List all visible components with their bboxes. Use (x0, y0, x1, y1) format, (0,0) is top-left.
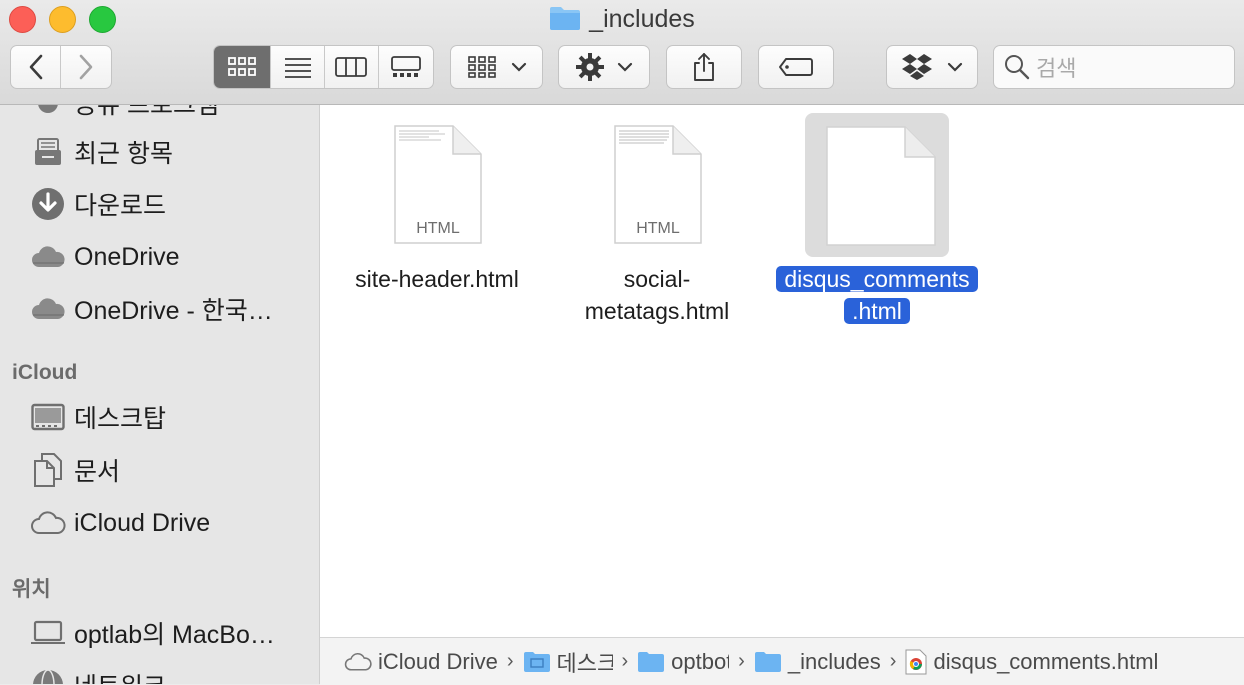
sidebar-item-label: 네트워크 (74, 667, 166, 684)
sidebar-item-label: 공유 프로그램 (74, 105, 219, 119)
folder-icon (754, 651, 781, 672)
sidebar-item-network[interactable]: 네트워크 (30, 665, 166, 684)
cloud-outline-icon (344, 652, 372, 671)
sidebar-item-macbook[interactable]: optlab의 MacBo… (30, 613, 275, 653)
path-crumb-includes[interactable]: _includes (754, 649, 881, 675)
group-by-button[interactable] (450, 45, 543, 89)
folder-icon (638, 651, 665, 672)
recents-icon (30, 134, 66, 170)
html-file-icon: HTML (585, 113, 729, 257)
gear-icon (576, 53, 604, 81)
path-crumb-icloud-drive[interactable]: iCloud Drive (344, 649, 498, 675)
cloud-outline-icon (30, 505, 66, 541)
icon-view-icon (228, 57, 257, 76)
desktop-icon (30, 399, 66, 435)
sidebar-item-label: 데스크탑 (74, 405, 167, 433)
sidebar-item-label: OneDrive - 한국… (74, 297, 273, 325)
chevron-right-icon: › (889, 650, 897, 672)
share-icon (694, 53, 714, 81)
sidebar-heading-locations: 위치 (12, 578, 51, 601)
view-mode-control (213, 45, 434, 89)
file-item-site-header[interactable]: HTML site-header.html (327, 113, 547, 295)
share-button[interactable] (666, 45, 742, 89)
cloud-icon (30, 291, 66, 327)
download-icon (30, 186, 66, 222)
list-view-button[interactable] (271, 46, 325, 88)
action-menu-button[interactable] (558, 45, 650, 89)
file-type-label: HTML (636, 220, 680, 237)
sidebar-item-label: 다운로드 (74, 192, 167, 220)
sidebar-item-onedrive-korea[interactable]: OneDrive - 한국… (30, 289, 273, 329)
path-crumb-disqus-comments[interactable]: disqus_comments.html (905, 649, 1158, 675)
chevron-down-icon (947, 62, 963, 72)
group-icon (467, 56, 496, 78)
file-item-disqus-comments[interactable]: disqus_comments .html (767, 113, 987, 327)
sidebar-item-label: optlab의 MacBo… (74, 621, 275, 649)
window-title-text: _includes (589, 5, 695, 33)
gallery-view-button[interactable] (379, 46, 433, 88)
path-crumb-desktop[interactable]: 데스크탑 (523, 646, 613, 678)
dropbox-icon (902, 54, 932, 80)
icon-view-button[interactable] (214, 46, 272, 88)
documents-icon (30, 452, 66, 488)
chevron-down-icon (511, 62, 526, 72)
back-button[interactable] (11, 46, 62, 88)
laptop-icon (30, 615, 66, 651)
search-field[interactable]: 검색 (993, 45, 1235, 89)
column-view-button[interactable] (325, 46, 379, 88)
tag-icon (779, 58, 813, 76)
sidebar-item-label: OneDrive (74, 242, 180, 271)
sidebar-item-shared[interactable]: 공유 프로그램 (30, 105, 219, 123)
sidebar-heading-icloud: iCloud (12, 361, 78, 384)
forward-button[interactable] (61, 46, 111, 88)
chrome-document-icon (905, 649, 927, 674)
folder-icon (549, 5, 581, 40)
window-title: _includes (0, 2, 1244, 40)
tags-button[interactable] (758, 45, 834, 89)
file-name-selected: disqus_comments .html (767, 263, 987, 327)
sidebar-item-downloads[interactable]: 다운로드 (30, 184, 166, 224)
sidebar-item-icloud-drive[interactable]: iCloud Drive (30, 503, 210, 543)
file-name: social-metatags.html (584, 266, 730, 324)
sidebar-item-onedrive[interactable]: OneDrive (30, 237, 180, 277)
chevron-right-icon: › (738, 650, 745, 672)
chevron-down-icon (617, 62, 633, 72)
sidebar: 공유 프로그램 최근 항목 다운로드 OneDrive OneDrive - 한… (0, 105, 320, 684)
path-crumb-optbot[interactable]: optbot (637, 649, 729, 675)
app-icon (30, 105, 66, 121)
file-type-label: HTML (416, 220, 460, 237)
sidebar-item-documents[interactable]: 문서 (30, 450, 120, 490)
network-icon (30, 667, 66, 684)
html-file-icon: HTML (365, 113, 509, 257)
gallery-view-icon (390, 56, 421, 77)
chevron-left-icon (29, 54, 42, 80)
sidebar-item-label: 문서 (74, 458, 121, 486)
cloud-icon (30, 239, 66, 275)
chevron-right-icon: › (621, 650, 629, 672)
nav-buttons (10, 45, 112, 89)
search-placeholder: 검색 (1036, 56, 1077, 81)
file-name: site-header.html (355, 266, 519, 292)
search-icon (1005, 55, 1030, 80)
path-bar: iCloud Drive › 데스크탑 › optbot › _includes… (320, 637, 1244, 685)
desktop-folder-icon (523, 651, 550, 672)
sidebar-item-label: 최근 항목 (74, 140, 173, 168)
window-toolbar: _includes 검색 (0, 0, 1244, 105)
list-view-icon (284, 58, 311, 78)
chevron-right-icon (79, 54, 93, 80)
sidebar-item-desktop[interactable]: 데스크탑 (30, 397, 166, 437)
file-item-social-metatags[interactable]: HTML social-metatags.html (547, 113, 767, 327)
column-view-icon (335, 57, 368, 77)
chevron-right-icon: › (506, 650, 514, 672)
dropbox-button[interactable] (886, 45, 978, 89)
file-browser-area[interactable]: HTML site-header.html HTML social-metata… (320, 105, 1244, 637)
sidebar-item-label: iCloud Drive (74, 508, 211, 537)
blank-file-icon (805, 113, 949, 257)
sidebar-item-recents[interactable]: 최근 항목 (30, 132, 173, 172)
